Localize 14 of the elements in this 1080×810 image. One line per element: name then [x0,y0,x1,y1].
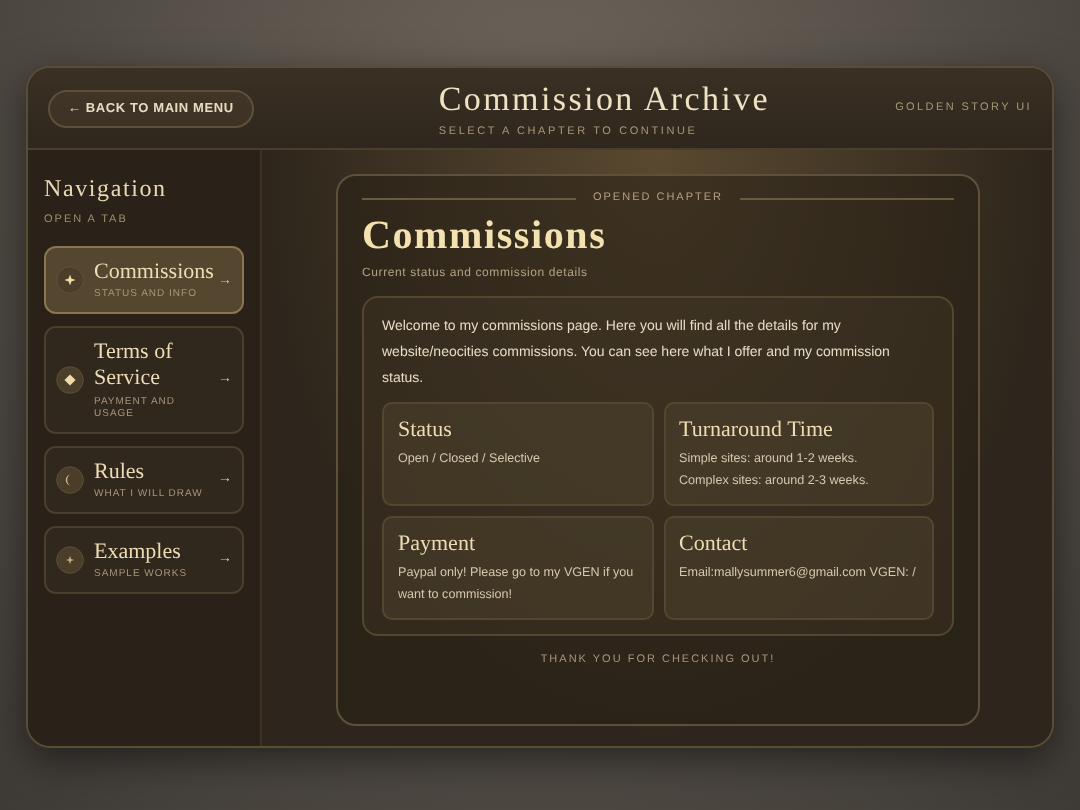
card-title: Contact [679,532,750,556]
nav-label: Rules [94,459,147,486]
page-title: Commission Archive [438,79,771,119]
nav-label: Terms of Service [94,340,175,394]
chapter-title: Commissions [362,214,609,260]
sidebar-title: Navigation [44,174,169,204]
crescent-icon [56,465,84,494]
nav-label: Commissions [94,260,208,287]
sparkle-icon [56,545,84,574]
card-title: Payment [398,532,477,556]
card-title: Status [398,418,454,442]
card-title: Turnaround Time [679,418,835,442]
sparkle-icon [56,266,84,295]
nav-label: Examples [94,539,183,566]
